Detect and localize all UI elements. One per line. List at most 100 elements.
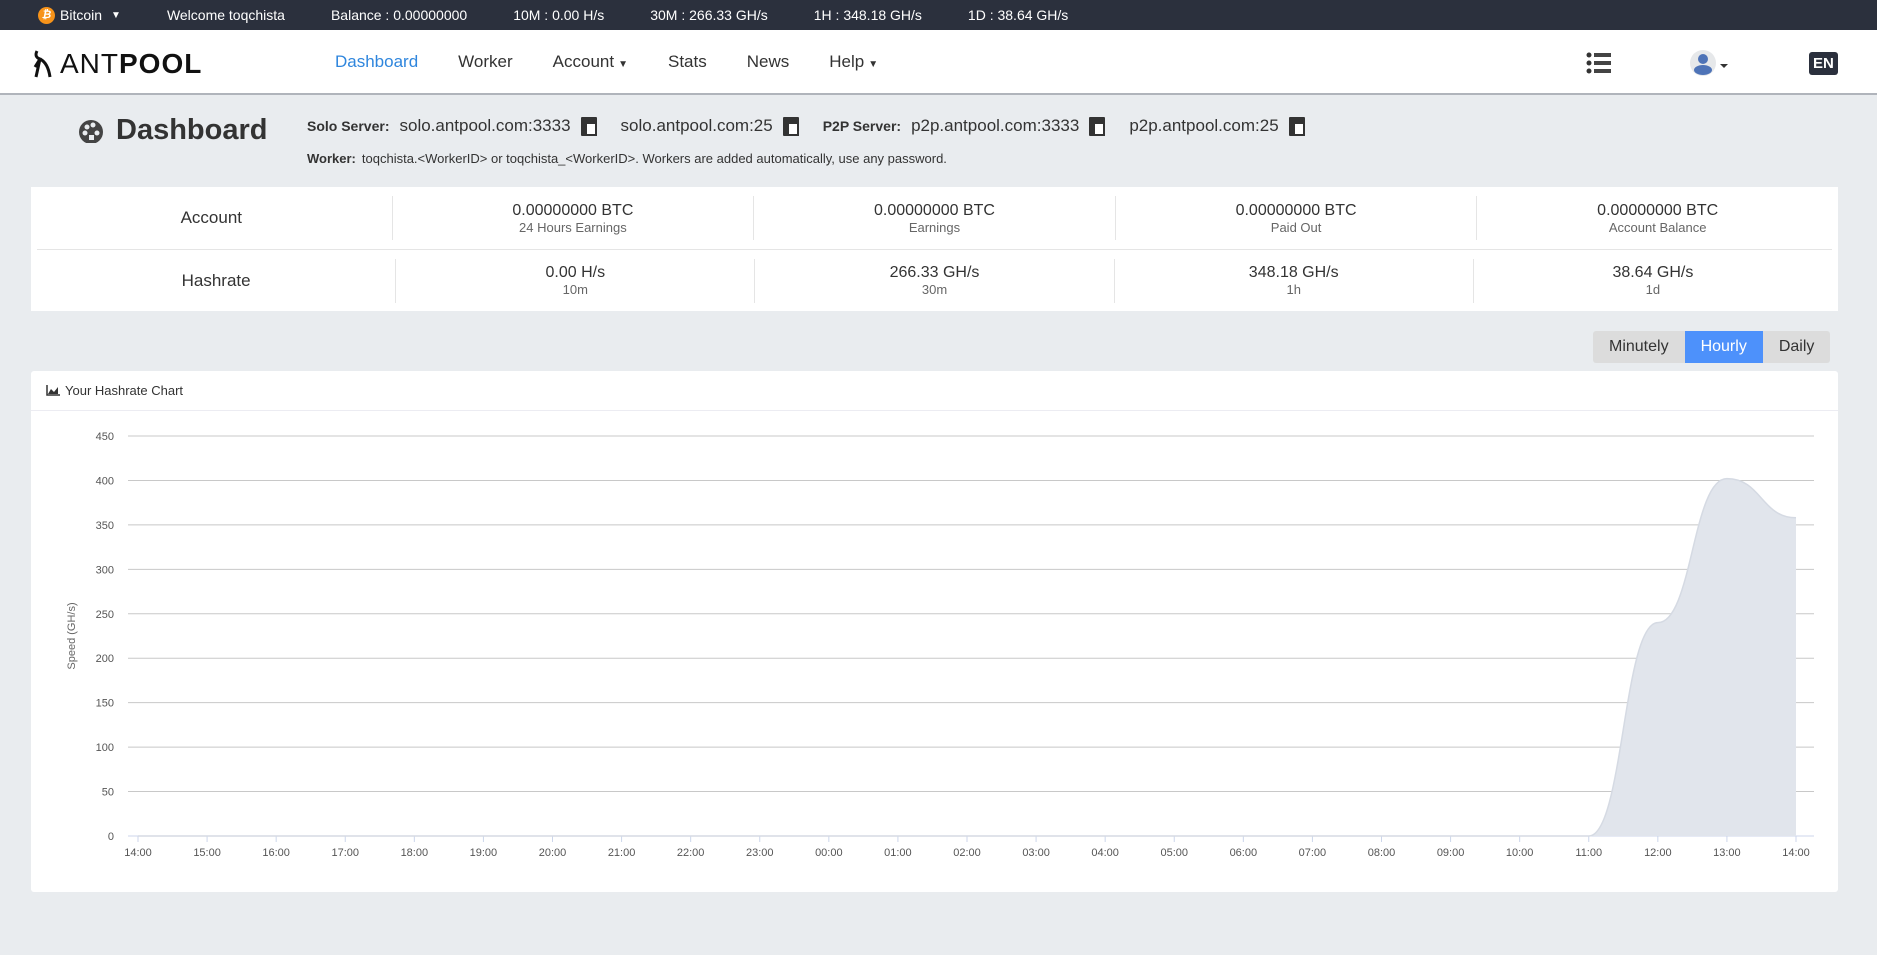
stat-value: 0.00000000 BTC: [873, 201, 995, 219]
coin-selector[interactable]: ₿ Bitcoin ▼: [38, 6, 121, 24]
x-tick-label: 22:00: [677, 847, 705, 859]
row-label: Account: [180, 208, 243, 227]
stat-caption: Earnings: [908, 219, 961, 235]
x-tick-label: 08:00: [1368, 847, 1396, 859]
welcome-text: Welcome toqchista: [166, 7, 285, 23]
list-icon[interactable]: [1586, 52, 1612, 74]
nav-help-label: Help: [829, 51, 865, 71]
p2p-server-url-2: p2p.antpool.com:25: [1129, 116, 1279, 135]
stat-value: 0.00000000 BTC: [512, 201, 634, 219]
stats-table: Account 0.00000000 BTC 24 Hours Earnings …: [31, 187, 1838, 311]
x-tick-label: 03:00: [1022, 847, 1050, 859]
row-label: Hashrate: [181, 270, 251, 290]
chevron-down-icon: ▼: [111, 9, 121, 21]
nav-stats[interactable]: Stats: [668, 52, 707, 72]
y-tick-label: 400: [96, 475, 114, 487]
user-avatar-icon[interactable]: [1690, 50, 1732, 76]
page-title-text: Dashboard: [116, 114, 268, 146]
hashrate-30m: 30M : 266.33 GH/s: [650, 7, 768, 23]
x-tick-label: 00:00: [815, 847, 843, 859]
nav-dashboard[interactable]: Dashboard: [335, 52, 418, 72]
hashrate-line: [137, 477, 1797, 837]
x-tick-label: 11:00: [1575, 847, 1602, 859]
y-tick-label: 50: [102, 787, 114, 799]
antpool-logo[interactable]: ANTPOOL: [32, 48, 202, 80]
server-info: Solo Server: solo.antpool.com:3333 solo.…: [307, 116, 1319, 136]
x-tick-label: 18:00: [401, 847, 429, 859]
x-tick-label: 21:00: [608, 847, 636, 859]
bitcoin-icon: ₿: [38, 6, 55, 24]
solo-server-url-2: solo.antpool.com:25: [620, 116, 773, 135]
account-row: Account 0.00000000 BTC 24 Hours Earnings …: [31, 187, 1838, 249]
range-daily-button[interactable]: Daily: [1762, 331, 1831, 363]
y-tick-label: 250: [96, 609, 114, 621]
x-tick-label: 01:00: [884, 847, 912, 859]
x-tick-label: 09:00: [1437, 847, 1465, 859]
dashboard-gauge-icon: [79, 119, 103, 143]
x-tick-label: 05:00: [1160, 847, 1188, 859]
hashrate-row: Hashrate 0.00 H/s 10m 266.33 GH/s 30m 348.…: [37, 249, 1832, 311]
copy-icon[interactable]: [580, 116, 597, 136]
nav-worker[interactable]: Worker: [458, 52, 512, 72]
range-toggle: Minutely Hourly Daily: [1593, 331, 1831, 363]
solo-server-url-1: solo.antpool.com:3333: [399, 116, 571, 135]
p2p-server-url-1: p2p.antpool.com:3333: [911, 116, 1080, 135]
copy-icon[interactable]: [1288, 116, 1305, 136]
stat-value: 0.00000000 BTC: [1235, 201, 1357, 219]
hashrate-chart-panel: Your Hashrate Chart 0 50 100 150 200 250 300 35…: [31, 371, 1838, 892]
stat-value: 0.00 H/s: [545, 264, 606, 281]
nav-help[interactable]: Help ▼: [829, 52, 878, 72]
hashrate-1d: 1D : 38.64 GH/s: [967, 7, 1069, 23]
main-nav: ANTPOOL Dashboard Worker Account ▼ Stats …: [0, 30, 1877, 95]
chart-title: Your Hashrate Chart: [65, 383, 184, 398]
nav-account[interactable]: Account ▼: [553, 52, 628, 72]
x-tick-label: 02:00: [953, 847, 981, 859]
worker-hint: Worker: toqchista.<WorkerID> or toqchista…: [307, 151, 947, 166]
hashrate-chart: 0 50 100 150 200 250 300 350 400 450 14:00 15:00 16:…: [66, 431, 1814, 859]
y-tick-label: 350: [96, 520, 114, 532]
y-tick-label: 300: [96, 564, 114, 576]
range-hourly-button[interactable]: Hourly: [1684, 331, 1763, 363]
x-tick-label: 13:00: [1713, 847, 1741, 859]
stat-caption: 10m: [562, 282, 588, 297]
p2p-server-label: P2P Server:: [822, 118, 902, 134]
x-tick-label: 20:00: [539, 847, 567, 859]
y-tick-label: 150: [96, 698, 114, 710]
x-tick-label: 14:00: [1782, 847, 1810, 859]
area-chart-icon: [46, 385, 60, 396]
y-tick-label: 450: [96, 431, 114, 443]
stat-caption: Account Balance: [1608, 219, 1707, 235]
language-button[interactable]: EN: [1809, 52, 1838, 75]
x-tick-label: 23:00: [746, 847, 774, 859]
chevron-down-icon: ▼: [618, 58, 628, 70]
stat-value: 266.33 GH/s: [889, 264, 980, 281]
copy-icon[interactable]: [782, 116, 799, 136]
x-tick-label: 07:00: [1299, 847, 1327, 859]
x-tick-label: 14:00: [124, 847, 152, 859]
ant-icon: [33, 50, 52, 78]
x-tick-label: 15:00: [193, 847, 221, 859]
stat-caption: 1h: [1286, 282, 1301, 297]
top-status-bar: ₿ Bitcoin ▼ Welcome toqchista Balance : 0.…: [0, 0, 1877, 30]
hashrate-1h: 1H : 348.18 GH/s: [813, 7, 922, 23]
nav-news[interactable]: News: [747, 52, 790, 72]
page-title: Dashboard: [78, 114, 267, 147]
range-minutely-button[interactable]: Minutely: [1593, 331, 1685, 363]
hashrate-10m: 10M : 0.00 H/s: [513, 7, 605, 23]
hashrate-area: [138, 478, 1796, 836]
x-tick-label: 19:00: [470, 847, 498, 859]
solo-server-label: Solo Server:: [307, 118, 390, 134]
nav-account-label: Account: [552, 51, 615, 71]
copy-icon[interactable]: [1089, 116, 1106, 136]
stat-caption: Paid Out: [1270, 219, 1322, 235]
stat-caption: 30m: [921, 282, 948, 297]
worker-label: Worker:: [307, 151, 356, 166]
stat-value: 38.64 GH/s: [1612, 264, 1694, 281]
stat-caption: 24 Hours Earnings: [519, 219, 627, 235]
y-tick-label: 100: [96, 742, 114, 754]
x-tick-label: 06:00: [1230, 847, 1258, 859]
chevron-down-icon: ▼: [868, 58, 879, 70]
x-tick-label: 17:00: [331, 847, 359, 859]
stat-caption: 1d: [1645, 282, 1661, 297]
worker-text: toqchista.<WorkerID> or toqchista_<Worke…: [361, 151, 947, 166]
